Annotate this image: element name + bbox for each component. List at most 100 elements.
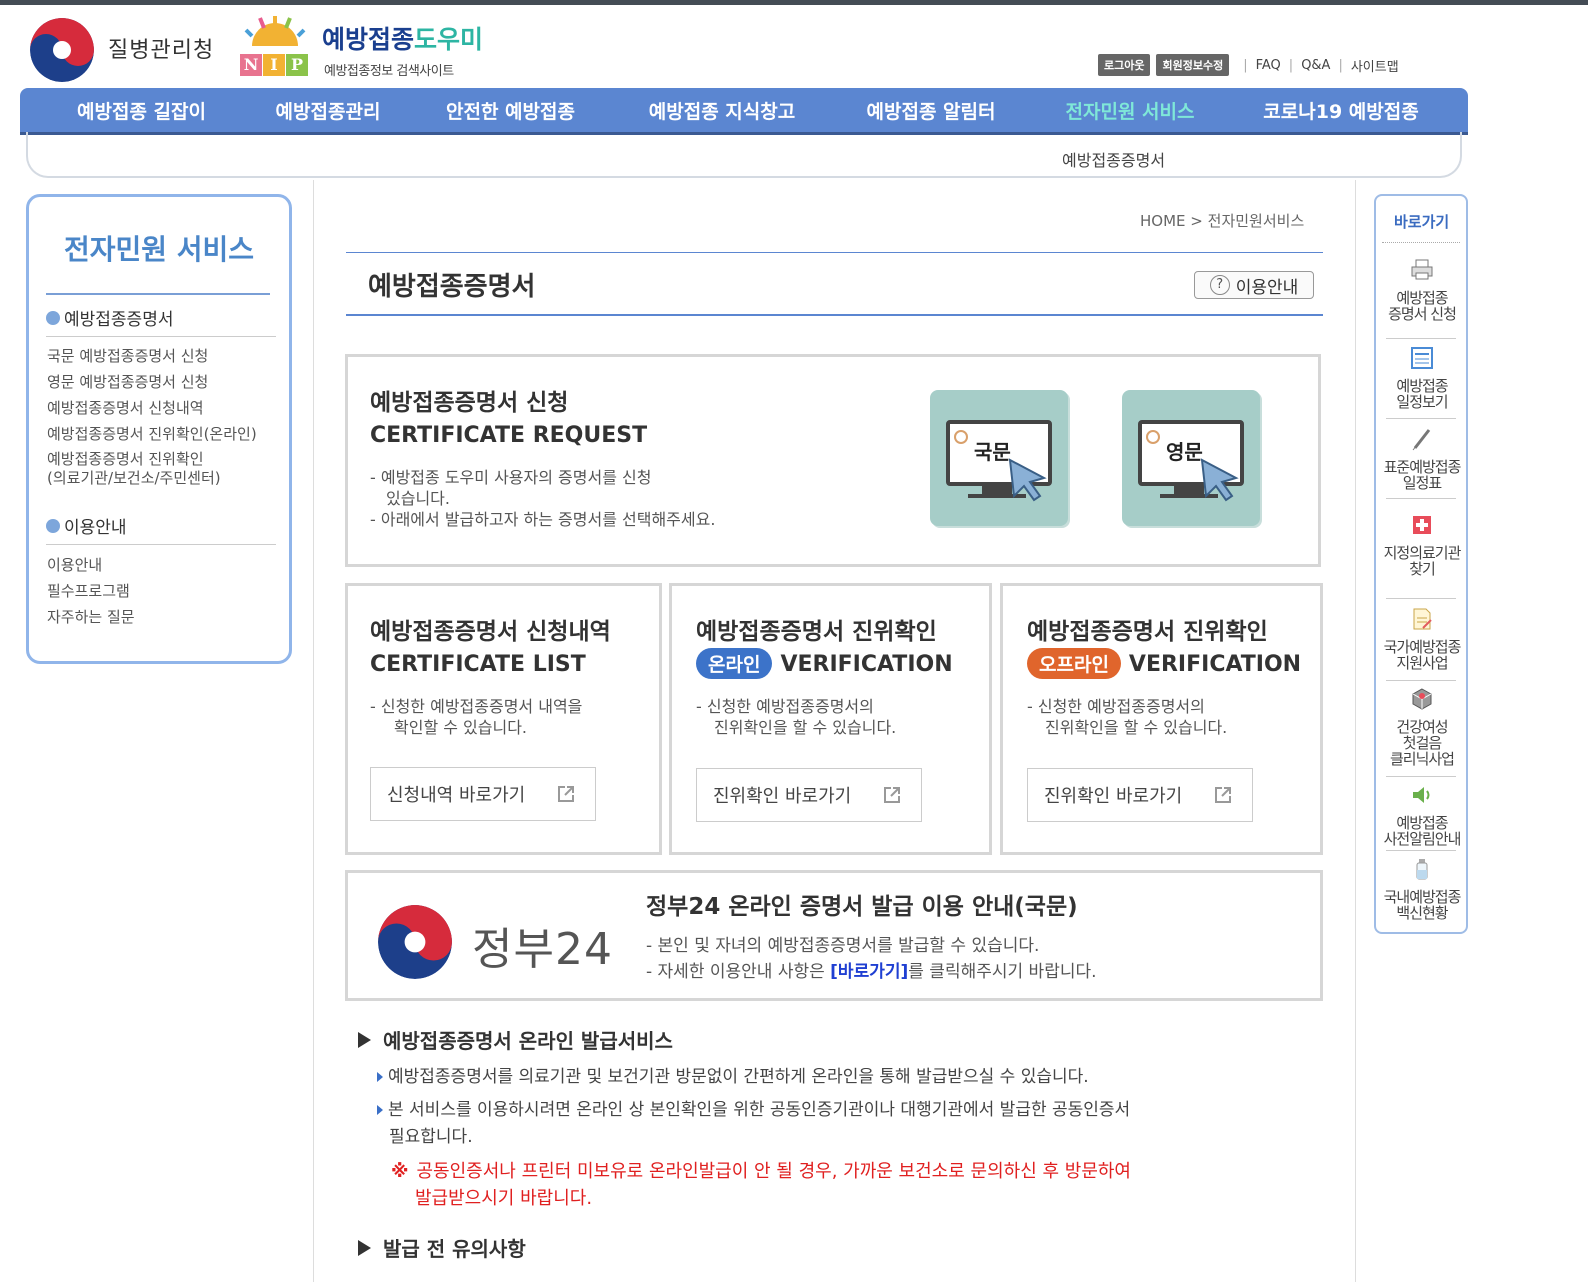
sidebar-item-usage[interactable]: 이용안내 (47, 556, 102, 575)
button-label: 진위확인 바로가기 (1044, 786, 1183, 807)
gov24-desc: - 본인 및 자녀의 예방접종증명서를 발급할 수 있습니다. - 자세한 이용… (646, 933, 1097, 985)
quick-link-schedule[interactable]: 예방접종 일정보기 (1375, 345, 1469, 410)
sitemap-link[interactable]: 사이트맵 (1351, 56, 1399, 75)
desc-text: - 자세한 이용안내 사항은 (646, 962, 831, 982)
divider: | (1288, 57, 1294, 73)
usage-guide-button[interactable]: ? 이용안내 (1194, 271, 1314, 299)
nip-logo: N I P (240, 54, 308, 76)
online-service-heading: 예방접종증명서 온라인 발급서비스 (358, 1025, 673, 1054)
bullet-icon (46, 518, 60, 533)
nav-item-knowledge[interactable]: 예방접종 지식창고 (628, 97, 816, 124)
sidebar-section-guide[interactable]: 이용안내 (46, 513, 127, 538)
quick-link-find-hospital[interactable]: 지정의료기관 찾기 (1375, 512, 1469, 577)
quick-link-label: 클리닉사업 (1389, 750, 1455, 768)
qna-link[interactable]: Q&A (1301, 58, 1330, 73)
triangle-icon (358, 1239, 371, 1256)
online-verification-box: 예방접종증명서 진위확인 온라인 VERIFICATION - 신청한 예방접종증… (669, 583, 992, 855)
nav-item-e-civil[interactable]: 전자민원 서비스 (1046, 97, 1214, 124)
utility-menu: 로그아웃 회원정보수정 | FAQ | Q&A | 사이트맵 (1098, 54, 1399, 76)
quick-link-vaccine-status[interactable]: 국내예방접종 백신현황 (1375, 856, 1469, 921)
subnav-item-certificate[interactable]: 예방접종증명서 (1062, 147, 1165, 171)
bullet-icon (46, 310, 60, 325)
quick-link-label: 백신현황 (1396, 904, 1448, 922)
nip-letter: N (240, 54, 262, 76)
question-icon: ? (1209, 275, 1230, 295)
desc-line: 진위확인을 할 수 있습니다. (1045, 718, 1228, 737)
nav-item-notice[interactable]: 예방접종 알림터 (816, 97, 1046, 124)
desc-line: 있습니다. (386, 489, 450, 508)
nav-item-guide[interactable]: 예방접종 길잡이 (20, 97, 263, 124)
desc-line: - 본인 및 자녀의 예방접종증명서를 발급할 수 있습니다. (646, 936, 1040, 956)
sidebar-item-label: 예방접종증명서 진위확인 (47, 450, 204, 468)
online-badge: 온라인 (696, 648, 773, 679)
divider (1386, 850, 1456, 851)
sidebar-item-label: (의료기관/보건소/주민센터) (47, 469, 221, 487)
korean-certificate-card[interactable]: 국문 (930, 390, 1068, 526)
item-text: 본 서비스를 이용하시려면 온라인 상 본인확인을 위한 공동인증기관이나 대행… (388, 1100, 1131, 1120)
sidebar-title: 전자민원 서비스 (64, 233, 255, 266)
document-icon (1413, 608, 1432, 630)
button-label: 신청내역 바로가기 (387, 785, 526, 806)
site-title-accent: 도우미 (414, 25, 484, 54)
nav-item-management[interactable]: 예방접종관리 (263, 97, 393, 124)
quick-link-womens-health[interactable]: 건강여성 첫걸음 클리닉사업 (1375, 686, 1469, 767)
breadcrumb-home[interactable]: HOME (1140, 212, 1186, 230)
sidebar-item-english-cert[interactable]: 영문 예방접종증명서 신청 (47, 373, 208, 392)
faq-link[interactable]: FAQ (1256, 58, 1281, 73)
certificate-request-box: 예방접종증명서 신청 CERTIFICATE REQUEST - 예방접종 도우… (345, 354, 1321, 567)
medal-icon (954, 430, 968, 444)
offline-verify-button[interactable]: 진위확인 바로가기 (1027, 768, 1253, 822)
request-title-kor: 예방접종증명서 신청 (370, 390, 569, 416)
desc-line: 진위확인을 할 수 있습니다. (714, 718, 897, 737)
sidebar-section-label: 이용안내 (64, 518, 127, 538)
desc-text: 를 클릭해주시기 바랍니다. (908, 962, 1097, 982)
quick-link-label: 건강여성 (1396, 718, 1448, 736)
syringe-icon (1412, 429, 1431, 451)
sidebar-section-label: 예방접종증명서 (64, 310, 174, 330)
quick-link-pre-notification[interactable]: 예방접종 사전알림안내 (1375, 782, 1469, 847)
nav-item-covid19[interactable]: 코로나19 예방접종 (1214, 97, 1468, 124)
edit-profile-button[interactable]: 회원정보수정 (1156, 54, 1230, 76)
agency-name[interactable]: 질병관리청 (108, 32, 214, 64)
online-service-item: 예방접종증명서를 의료기관 및 보건기관 방문없이 간편하게 온라인을 통해 발… (377, 1064, 1257, 1091)
sidebar-item-programs[interactable]: 필수프로그램 (47, 582, 130, 601)
site-title-main: 예방접종 (322, 25, 415, 54)
history-goto-button[interactable]: 신청내역 바로가기 (370, 767, 596, 821)
offline-desc: - 신청한 예방접종증명서의 진위확인을 할 수 있습니다. (1027, 696, 1227, 738)
nav-item-safe[interactable]: 안전한 예방접종 (393, 97, 628, 124)
kdca-logo-icon[interactable] (30, 18, 94, 82)
sidebar-item-verify-offline[interactable]: 예방접종증명서 진위확인 (의료기관/보건소/주민센터) (47, 450, 221, 488)
nip-letter: I (263, 54, 285, 76)
online-service-item: 본 서비스를 이용하시려면 온라인 상 본인확인을 위한 공동인증기관이나 대행… (377, 1097, 1257, 1151)
gov24-goto-link[interactable]: [바로가기] (830, 962, 908, 982)
sidebar-section-certificate[interactable]: 예방접종증명서 (46, 305, 173, 330)
divider (1355, 180, 1356, 1282)
quick-link-label: 국내예방접종 (1383, 888, 1462, 906)
quick-link-standard-schedule[interactable]: 표준예방접종 일정표 (1375, 426, 1469, 491)
quick-link-cert-apply[interactable]: 예방접종 증명서 신청 (1375, 257, 1469, 322)
divider (1386, 338, 1456, 339)
divider (46, 293, 270, 295)
sidebar-item-verify-online[interactable]: 예방접종증명서 진위확인(온라인) (47, 425, 257, 444)
divider (1386, 498, 1456, 499)
warning-text: 공동인증서나 프린터 미보유로 온라인발급이 안 될 경우, 가까운 보건소로 … (416, 1161, 1132, 1182)
logout-button[interactable]: 로그아웃 (1098, 54, 1151, 76)
page-title: 예방접종증명서 (368, 272, 536, 302)
gift-icon (1412, 688, 1432, 710)
quick-link-label: 찾기 (1409, 560, 1436, 578)
english-certificate-card[interactable]: 영문 (1122, 390, 1260, 526)
triangle-icon (358, 1031, 371, 1048)
breadcrumb-current[interactable]: 전자민원서비스 (1208, 212, 1305, 230)
site-title[interactable]: 예방접종도우미 (322, 20, 483, 56)
sidebar-item-korean-cert[interactable]: 국문 예방접종증명서 신청 (47, 347, 208, 366)
button-label: 진위확인 바로가기 (713, 786, 852, 807)
online-title-eng: VERIFICATION (780, 652, 953, 677)
sub-nav (26, 132, 1462, 178)
online-verify-button[interactable]: 진위확인 바로가기 (696, 768, 922, 822)
list-title-eng: CERTIFICATE LIST (370, 652, 586, 677)
quick-link-national-support[interactable]: 국가예방접종 지원사업 (1375, 606, 1469, 671)
sidebar-item-faq[interactable]: 자주하는 질문 (47, 608, 135, 627)
sidebar-item-cert-history[interactable]: 예방접종증명서 신청내역 (47, 399, 204, 418)
site-subtitle: 예방접종정보 검색사이트 (324, 64, 454, 79)
speaker-icon (1413, 787, 1430, 803)
